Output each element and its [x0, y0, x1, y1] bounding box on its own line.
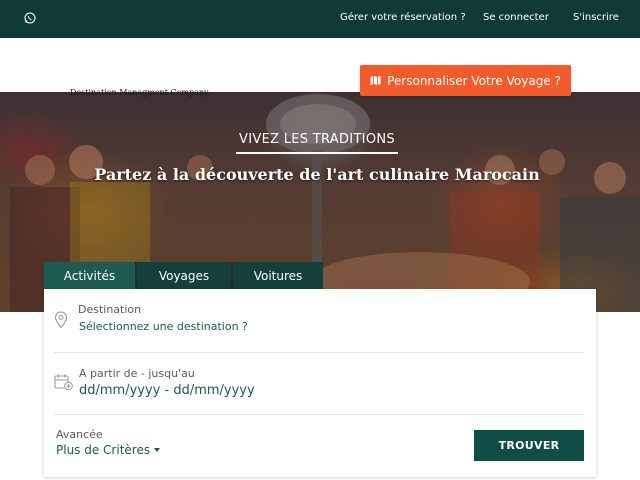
location-pin-icon: [54, 311, 68, 329]
tab-trips[interactable]: Voyages: [135, 262, 231, 289]
date-range-input[interactable]: dd/mm/yyyy - dd/mm/yyyy: [79, 383, 255, 398]
calendar-add-icon: [54, 374, 73, 391]
destination-select[interactable]: Sélectionnez une destination ?: [79, 320, 248, 333]
tab-cars[interactable]: Voitures: [231, 262, 323, 289]
more-criteria-label: Plus de Critères: [56, 443, 151, 457]
logo-subtitle: Destination Managment Company: [70, 88, 209, 97]
manage-booking-link[interactable]: Gérer votre réservation ?: [340, 12, 466, 23]
hero-headline: Partez à la découverte de l'art culinair…: [94, 165, 540, 184]
divider: [54, 352, 584, 353]
hero-eyebrow: VIVEZ LES TRADITIONS: [239, 132, 395, 147]
tab-activities[interactable]: Activités: [44, 262, 135, 289]
top-bar: Gérer votre réservation ? Se connecter S…: [0, 0, 640, 38]
whatsapp-icon[interactable]: [24, 12, 36, 24]
more-criteria-dropdown[interactable]: Plus de Critères: [56, 443, 161, 457]
personalize-trip-button[interactable]: Personnaliser Votre Voyage ?: [360, 65, 571, 96]
map-icon: [370, 76, 381, 85]
eyebrow-underline: [236, 152, 398, 154]
caret-down-icon: [154, 448, 161, 452]
signup-link[interactable]: S'inscrire: [573, 12, 619, 23]
personalize-trip-label: Personnaliser Votre Voyage ?: [387, 73, 561, 88]
advanced-label: Avancée: [56, 428, 103, 441]
destination-label: Destination: [78, 303, 142, 316]
dates-label: A partir de - jusqu'au: [79, 367, 195, 380]
divider: [54, 414, 584, 415]
search-card: Destination Sélectionnez une destination…: [44, 289, 596, 477]
login-link[interactable]: Se connecter: [483, 12, 549, 23]
search-button[interactable]: TROUVER: [474, 430, 584, 461]
